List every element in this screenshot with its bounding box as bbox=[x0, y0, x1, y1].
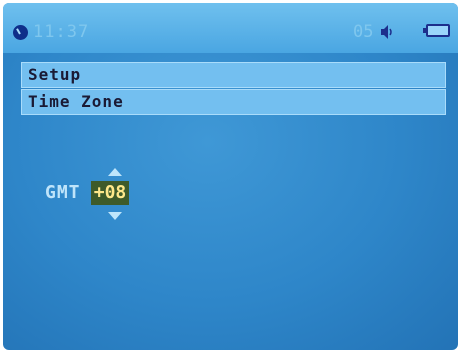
status-bar: 11:37 05 bbox=[3, 3, 458, 53]
arrow-up-icon[interactable] bbox=[108, 168, 122, 176]
gmt-offset-value[interactable]: +08 bbox=[91, 181, 129, 205]
clock-icon bbox=[13, 25, 28, 40]
menu-item-setup[interactable]: Setup bbox=[21, 62, 446, 88]
status-time: 11:37 bbox=[33, 22, 90, 42]
speaker-icon bbox=[381, 25, 392, 39]
gmt-label: GMT bbox=[45, 182, 81, 203]
arrow-down-icon[interactable] bbox=[108, 212, 122, 220]
menu-item-time-zone[interactable]: Time Zone bbox=[21, 89, 446, 115]
battery-icon bbox=[423, 24, 450, 37]
volume-level: 05 bbox=[353, 22, 374, 42]
device-screen: 11:37 05 Setup Time Zone GMT +08 bbox=[3, 3, 458, 350]
